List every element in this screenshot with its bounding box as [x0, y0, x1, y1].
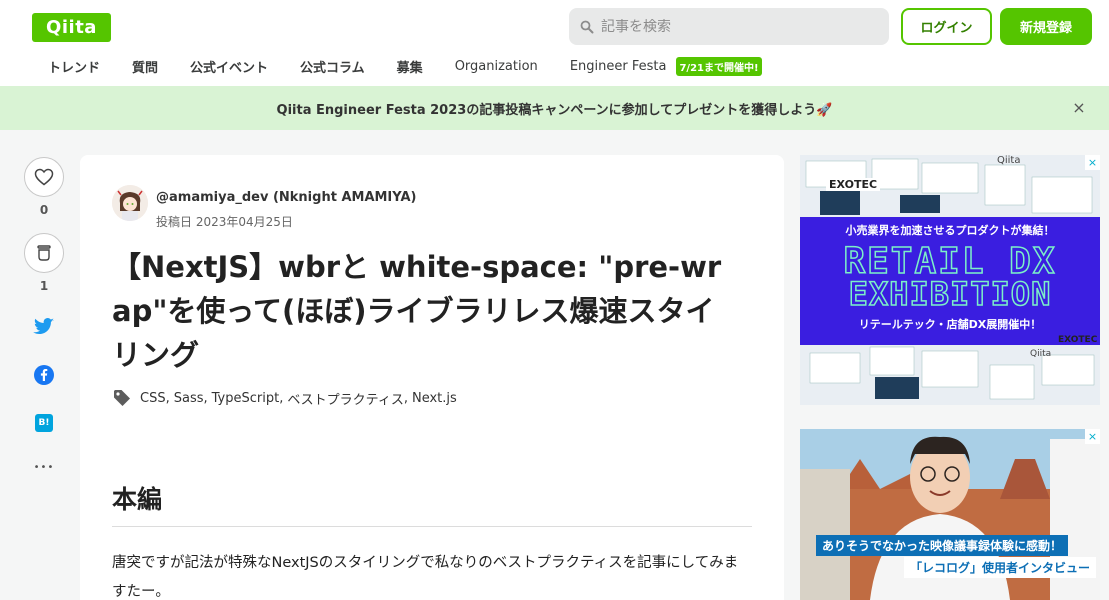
- tag-separator: ,: [203, 390, 208, 406]
- qiita-logo[interactable]: Qiita: [32, 13, 111, 42]
- nav-organization[interactable]: Organization: [439, 52, 554, 80]
- ad-headline-2: EXHIBITION: [848, 274, 1052, 314]
- hatena-bookmark-icon: B!: [35, 414, 53, 432]
- banner-text[interactable]: Qiita Engineer Festa 2023の記事投稿キャンペーンに参加し…: [277, 99, 833, 118]
- main-nav: トレンド 質問 公式イベント 公式コラム 募集 Organization Eng…: [32, 52, 762, 80]
- posted-date: 投稿日 2023年04月25日: [156, 215, 293, 229]
- hatena-share[interactable]: B!: [24, 411, 64, 435]
- ad-qiita-label-2: Qiita: [1030, 349, 1052, 359]
- ad-retail-dx[interactable]: EXOTEC Qiita 小売業界を加速させるプロダクトが集結！ RETAIL …: [800, 155, 1100, 405]
- facebook-icon: [34, 365, 54, 385]
- article-card: @amamiya_dev (Nknight AMAMIYA) 投稿日 2023年…: [80, 155, 784, 600]
- campaign-banner[interactable]: Qiita Engineer Festa 2023の記事投稿キャンペーンに参加し…: [0, 86, 1109, 130]
- ad-brand-exotec-2: EXOTEC: [1058, 335, 1098, 345]
- author-avatar[interactable]: [112, 185, 148, 221]
- like-count: 0: [39, 203, 49, 217]
- ad-subcaption: 「レコログ」使用者インタビュー: [904, 557, 1097, 578]
- more-options-button[interactable]: •••: [24, 457, 64, 477]
- close-icon[interactable]: ×: [1085, 155, 1100, 170]
- search-icon: [579, 19, 595, 35]
- twitter-icon: [33, 318, 54, 335]
- tag-separator: ,: [403, 390, 408, 406]
- ad-qiita-label: Qiita: [997, 155, 1021, 166]
- article-paragraph: 唐突ですが記法が特殊なNextJSのスタイリングで私なりのベストプラクティスを記…: [112, 555, 739, 600]
- tag-separator: ,: [165, 390, 170, 406]
- festa-badge: 7/21まで開催中!: [676, 56, 762, 76]
- stock-button[interactable]: [24, 233, 64, 273]
- close-icon[interactable]: ×: [1085, 429, 1100, 444]
- author-name[interactable]: @amamiya_dev (Nknight AMAMIYA): [156, 190, 416, 205]
- tag-sass[interactable]: Sass: [174, 391, 204, 406]
- nav-questions[interactable]: 質問: [116, 52, 174, 80]
- nav-engineer-festa[interactable]: Engineer Festa: [554, 52, 683, 80]
- tag-separator: ,: [279, 390, 284, 406]
- nav-trend[interactable]: トレンド: [32, 52, 116, 80]
- signup-button[interactable]: 新規登録: [1000, 8, 1092, 45]
- section-heading: 本編: [112, 480, 752, 527]
- heart-icon: [34, 168, 54, 186]
- tag-icon: [114, 390, 130, 406]
- ad-recolog-interview[interactable]: ありそうでなかった映像議事録体験に感動！ 「レコログ」使用者インタビュー ×: [800, 429, 1100, 600]
- article-title: 【NextJS】wbrと white-space: "pre-wrap"を使って…: [112, 250, 722, 372]
- login-button[interactable]: ログイン: [901, 8, 992, 45]
- search-input[interactable]: [601, 18, 881, 35]
- close-icon[interactable]: ×: [1071, 100, 1087, 116]
- tag-list: CSS, Sass, TypeScript, ベストプラクティス, Next.j…: [112, 388, 457, 408]
- ad-tagline: 小売業界を加速させるプロダクトが集結！: [845, 224, 1055, 237]
- nav-official-events[interactable]: 公式イベント: [174, 52, 284, 80]
- tag-nextjs[interactable]: Next.js: [412, 391, 457, 406]
- nav-recruitment[interactable]: 募集: [381, 52, 439, 80]
- ad-brand-exotec: EXOTEC: [826, 178, 881, 191]
- tag-css[interactable]: CSS: [140, 391, 166, 406]
- facebook-share[interactable]: [24, 363, 64, 387]
- ad-caption: ありそうでなかった映像議事録体験に感動！: [816, 535, 1069, 556]
- twitter-share[interactable]: [24, 315, 64, 339]
- nav-official-column[interactable]: 公式コラム: [284, 52, 381, 80]
- stock-icon: [37, 245, 51, 261]
- like-button[interactable]: [24, 157, 64, 197]
- tag-best-practice[interactable]: ベストプラクティス: [287, 389, 403, 408]
- site-header: Qiita ログイン 新規登録 トレンド 質問 公式イベント 公式コラム 募集 …: [0, 0, 1109, 86]
- ad-subline: リテールテック・店舗DX展開催中！: [858, 318, 1042, 331]
- stock-count: 1: [39, 279, 49, 293]
- article-actions: 0 1 B! •••: [24, 157, 64, 477]
- search-box[interactable]: [569, 8, 889, 45]
- tag-typescript[interactable]: TypeScript: [212, 391, 280, 406]
